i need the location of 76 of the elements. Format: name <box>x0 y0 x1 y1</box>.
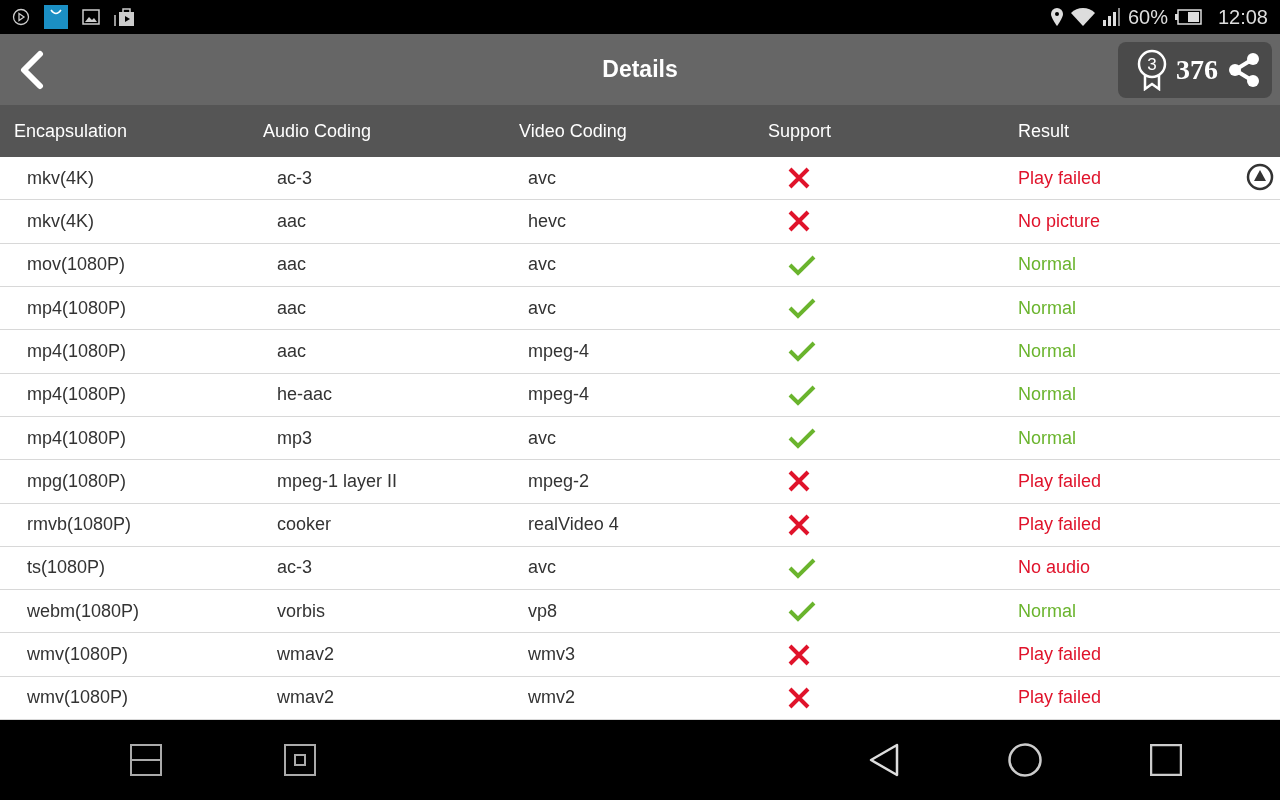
table-cell-text: mpeg-2 <box>528 470 591 492</box>
table-cell-text: wmv(1080P) <box>27 687 130 709</box>
table-cell-text: wmav2 <box>277 687 335 709</box>
result-text: Play failed <box>1018 167 1102 189</box>
column-header: Result <box>1018 120 1071 142</box>
signal-icon <box>1101 7 1122 27</box>
table-cell-text: mpg(1080P) <box>27 470 128 492</box>
column-header: Audio Coding <box>263 120 373 142</box>
scroll-up-button[interactable] <box>1246 163 1274 191</box>
result-text: No picture <box>1018 210 1101 232</box>
result-text: Play failed <box>1018 470 1102 492</box>
table-cell-text: mkv(4K) <box>27 210 95 232</box>
table-cell-text: avc <box>528 427 557 449</box>
table-cell-text: wmav2 <box>277 644 335 666</box>
recent-apps-button[interactable] <box>1150 744 1182 776</box>
table-cell-text: vp8 <box>528 600 559 622</box>
column-header: Video Coding <box>519 120 628 142</box>
result-text: Normal <box>1018 600 1076 622</box>
result-text: Normal <box>1018 384 1076 406</box>
table-cell-text: aac <box>277 297 308 319</box>
table-cell-text: aac <box>277 340 308 362</box>
store-bag-icon <box>114 7 136 27</box>
table-cell-text: avc <box>528 254 557 276</box>
clock-time: 12:08 <box>1217 5 1268 29</box>
split-screen-button[interactable] <box>130 744 162 776</box>
table-cell-text: avc <box>528 557 557 579</box>
table-cell-text: hevc <box>528 210 568 232</box>
score-value: 376 <box>1176 53 1218 86</box>
wifi-icon <box>1069 7 1096 27</box>
home-button[interactable] <box>1008 743 1042 777</box>
table-cell-text: ac-3 <box>277 167 313 189</box>
battery-percent: 60% <box>1127 5 1168 29</box>
table-cell-text: avc <box>528 297 557 319</box>
result-text: Normal <box>1018 254 1076 276</box>
table-cell-text: realVideo 4 <box>528 514 620 536</box>
column-header: Support <box>768 120 833 142</box>
table-cell-text: mp3 <box>277 427 313 449</box>
table-cell-text: wmv2 <box>528 687 576 709</box>
shopping-bag-icon <box>44 5 68 29</box>
table-cell-text: mpeg-4 <box>528 340 591 362</box>
table-cell-text: mkv(4K) <box>27 167 95 189</box>
table-cell-text: aac <box>277 254 308 276</box>
table-cell-text: wmv(1080P) <box>27 644 130 666</box>
table-cell-text: cooker <box>277 514 333 536</box>
result-text: No audio <box>1018 557 1091 579</box>
battery-icon <box>1173 9 1202 25</box>
table-cell-text: avc <box>528 167 557 189</box>
table-cell-text: mpeg-1 layer II <box>277 470 399 492</box>
result-text: Normal <box>1018 340 1076 362</box>
share-button[interactable] <box>1226 51 1262 88</box>
table-cell-text: mp4(1080P) <box>27 384 128 406</box>
table-cell-text: wmv3 <box>528 644 576 666</box>
result-text: Play failed <box>1018 514 1102 536</box>
column-header: Encapsulation <box>14 120 129 142</box>
image-icon <box>82 8 100 26</box>
table-cell-text: he-aac <box>277 384 334 406</box>
table-cell-text: vorbis <box>277 600 326 622</box>
table-cell-text: ts(1080P) <box>27 557 107 579</box>
result-text: Play failed <box>1018 644 1102 666</box>
result-text: Normal <box>1018 427 1076 449</box>
result-text: Play failed <box>1018 687 1102 709</box>
table-cell-text: mov(1080P) <box>27 254 127 276</box>
table-cell-text: rmvb(1080P) <box>27 514 133 536</box>
table-cell-text: mpeg-4 <box>528 384 591 406</box>
page-title: Details <box>602 56 678 83</box>
table-cell-text: ac-3 <box>277 557 313 579</box>
table-cell-text: aac <box>277 210 308 232</box>
table-cell-text: mp4(1080P) <box>27 297 128 319</box>
play-circle-icon <box>12 8 30 26</box>
window-button[interactable] <box>284 744 316 776</box>
back-nav-button[interactable] <box>868 743 900 777</box>
table-cell-text: mp4(1080P) <box>27 340 128 362</box>
location-pin-icon <box>1049 7 1064 27</box>
result-text: Normal <box>1018 297 1076 319</box>
table-cell-text: mp4(1080P) <box>27 427 128 449</box>
table-cell-text: webm(1080P) <box>27 600 141 622</box>
